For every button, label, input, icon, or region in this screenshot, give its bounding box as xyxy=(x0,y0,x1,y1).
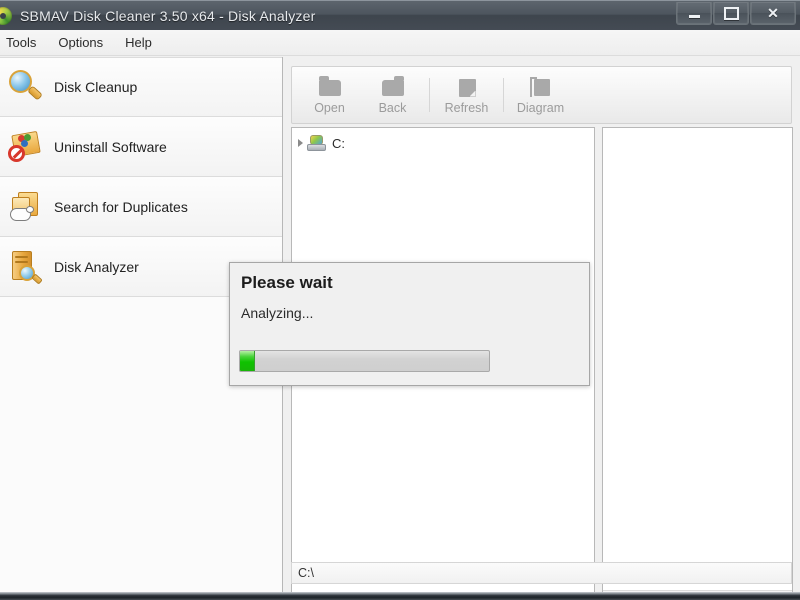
minimize-icon xyxy=(688,14,700,18)
sidebar-item-label: Disk Cleanup xyxy=(54,79,138,95)
toolbar-button-label: Open xyxy=(314,100,345,115)
folder-open-icon xyxy=(317,75,343,98)
menu-item-help[interactable]: Help xyxy=(115,32,162,53)
menu-bar: Tools Options Help xyxy=(0,30,800,56)
toolbar-separator xyxy=(503,78,504,112)
window-frame-bottom xyxy=(0,592,800,600)
toolbar-button-label: Refresh xyxy=(444,100,489,115)
application-window: SBMAV Disk Cleaner 3.50 x64 - Disk Analy… xyxy=(0,0,800,600)
toolbar: Open Back Refresh Diagram xyxy=(291,66,792,124)
sidebar-item-uninstall-software[interactable]: Uninstall Software xyxy=(0,117,282,177)
back-button[interactable]: Back xyxy=(361,70,424,120)
disk-drive-icon xyxy=(307,135,326,151)
dialog-title: Please wait xyxy=(241,273,333,292)
open-button[interactable]: Open xyxy=(298,70,361,120)
maximize-button[interactable] xyxy=(713,2,749,25)
refresh-button[interactable]: Refresh xyxy=(435,70,498,120)
menu-item-tools[interactable]: Tools xyxy=(0,32,46,53)
diagram-icon xyxy=(528,76,554,98)
toolbar-button-label: Back xyxy=(378,100,407,115)
folder-back-icon xyxy=(380,76,406,98)
menu-item-options[interactable]: Options xyxy=(48,32,113,53)
sidebar-item-search-for-duplicates[interactable]: Search for Duplicates xyxy=(0,177,282,237)
status-path: C:\ xyxy=(298,566,314,580)
tree-node-c-drive[interactable]: C: xyxy=(292,133,594,153)
sidebar-item-label: Disk Analyzer xyxy=(54,258,139,275)
sidebar-item-disk-cleanup[interactable]: Disk Cleanup xyxy=(0,57,282,117)
sidebar-item-label: Uninstall Software xyxy=(54,138,167,155)
folder-prohibited-icon xyxy=(8,129,44,165)
please-wait-dialog: Please wait Analyzing... xyxy=(229,262,590,386)
toolbar-separator xyxy=(429,78,430,112)
toolbar-button-label: Diagram xyxy=(516,100,565,115)
tree-node-label: C: xyxy=(332,135,345,151)
close-icon: ✕ xyxy=(767,5,779,21)
minimize-button[interactable] xyxy=(676,2,712,25)
sidebar-item-label: Search for Duplicates xyxy=(54,198,188,215)
page-refresh-icon xyxy=(454,76,480,98)
details-panel[interactable] xyxy=(602,127,793,600)
close-button[interactable]: ✕ xyxy=(750,2,796,25)
chevron-right-icon[interactable] xyxy=(298,139,303,147)
dialog-message: Analyzing... xyxy=(241,305,314,321)
window-title: SBMAV Disk Cleaner 3.50 x64 - Disk Analy… xyxy=(20,7,316,24)
magnifier-icon xyxy=(8,69,44,105)
window-controls: ✕ xyxy=(675,2,796,25)
status-bar: C:\ xyxy=(291,562,792,584)
progress-bar-fill xyxy=(240,351,255,371)
duplicate-sheep-icon xyxy=(8,189,44,225)
diagram-button[interactable]: Diagram xyxy=(509,70,572,120)
server-magnifier-icon xyxy=(8,249,44,285)
title-bar: SBMAV Disk Cleaner 3.50 x64 - Disk Analy… xyxy=(0,0,800,30)
maximize-icon xyxy=(723,6,739,20)
progress-bar xyxy=(239,350,490,372)
disc-logo-icon xyxy=(0,6,14,26)
